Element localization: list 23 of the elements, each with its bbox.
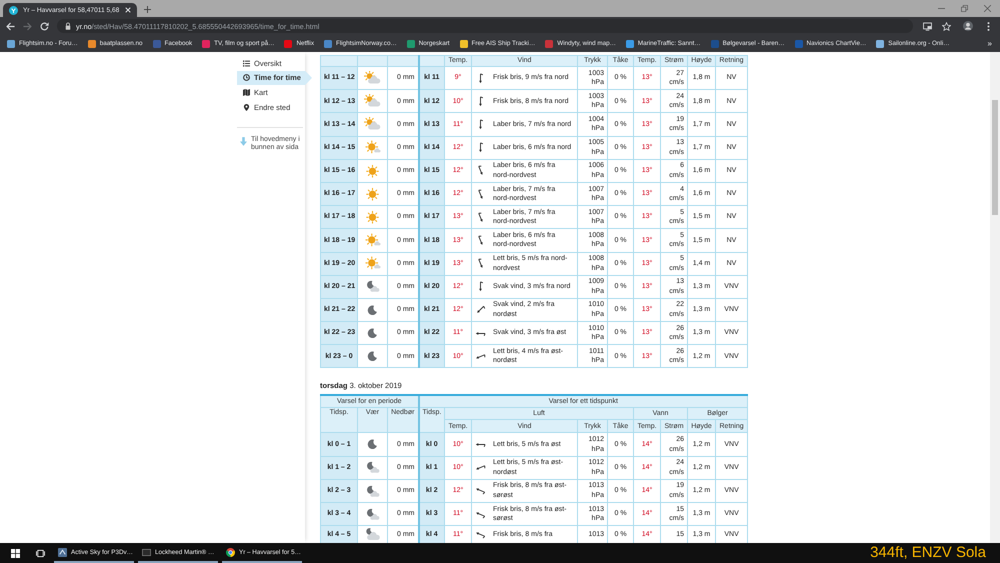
map-icon [243, 88, 250, 96]
altitude-overlay-text: 344ft, ENZV Sola [870, 543, 986, 563]
more-bookmarks-button[interactable]: » [988, 39, 992, 48]
menu-icon[interactable] [987, 22, 990, 30]
task-view-icon [36, 548, 44, 558]
scrollbar-thumb[interactable] [992, 100, 998, 215]
profile-avatar[interactable] [963, 21, 973, 31]
app-tile-icon [142, 548, 151, 556]
lock-icon [65, 22, 71, 30]
list-icon [243, 60, 250, 67]
site-icon [9, 6, 18, 14]
pin-icon [243, 104, 250, 111]
app-tile-icon [58, 548, 67, 556]
reload-icon[interactable] [40, 22, 49, 30]
screen-icon[interactable] [923, 22, 932, 30]
star-icon[interactable] [942, 22, 951, 30]
clock-icon [243, 74, 250, 82]
windows-logo-icon [10, 548, 20, 558]
plus-icon[interactable] [144, 6, 151, 13]
browser-icon [226, 548, 235, 556]
maximize-icon[interactable] [961, 5, 968, 12]
down-arrow-icon [240, 137, 247, 146]
back-icon[interactable] [6, 22, 15, 30]
